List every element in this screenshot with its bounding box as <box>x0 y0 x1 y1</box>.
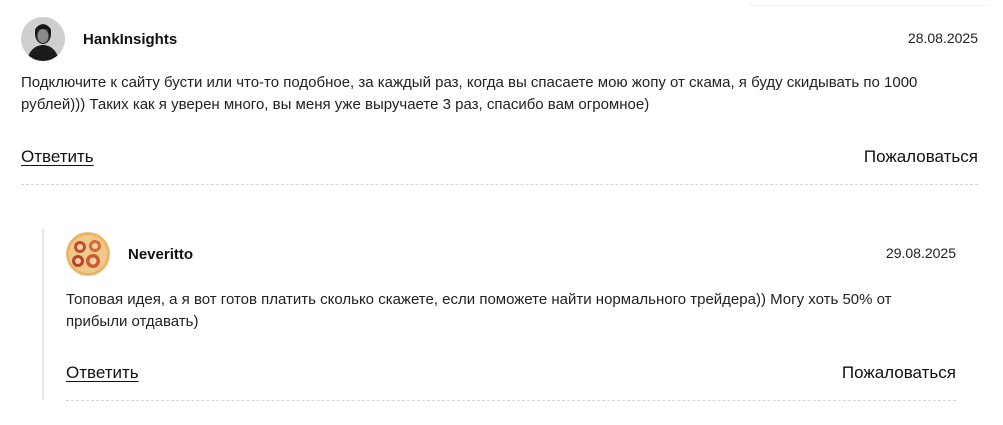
comment-actions: Ответить Пожаловаться <box>66 363 956 383</box>
comment: HankInsights 28.08.2025 Подключите к сай… <box>21 16 978 185</box>
comment-header: Neveritto 29.08.2025 <box>66 231 956 277</box>
avatar[interactable] <box>21 17 65 61</box>
reply-link[interactable]: Ответить <box>21 147 94 167</box>
comment-date: 28.08.2025 <box>907 30 978 46</box>
reply-thread: Neveritto 29.08.2025 Топовая идея, а я в… <box>42 229 956 401</box>
comments-page: HankInsights 28.08.2025 Подключите к сай… <box>0 0 1003 425</box>
report-link[interactable]: Пожаловаться <box>842 363 956 383</box>
top-edge-decoration <box>748 0 988 6</box>
divider <box>21 184 978 185</box>
avatar[interactable] <box>66 232 110 276</box>
comment-text: Топовая идея, а я вот готов платить скол… <box>66 291 892 330</box>
comment-text: Подключите к сайту бусти или что-то подо… <box>21 74 918 113</box>
author-name[interactable]: Neveritto <box>128 246 193 263</box>
author-name[interactable]: HankInsights <box>83 31 177 48</box>
comment-date: 29.08.2025 <box>885 245 956 261</box>
reply-link[interactable]: Ответить <box>66 363 139 383</box>
comment-actions: Ответить Пожаловаться <box>21 147 978 167</box>
divider <box>66 400 956 401</box>
comment-reply: Neveritto 29.08.2025 Топовая идея, а я в… <box>66 231 956 401</box>
comment-header: HankInsights 28.08.2025 <box>21 16 978 62</box>
report-link[interactable]: Пожаловаться <box>864 147 978 167</box>
